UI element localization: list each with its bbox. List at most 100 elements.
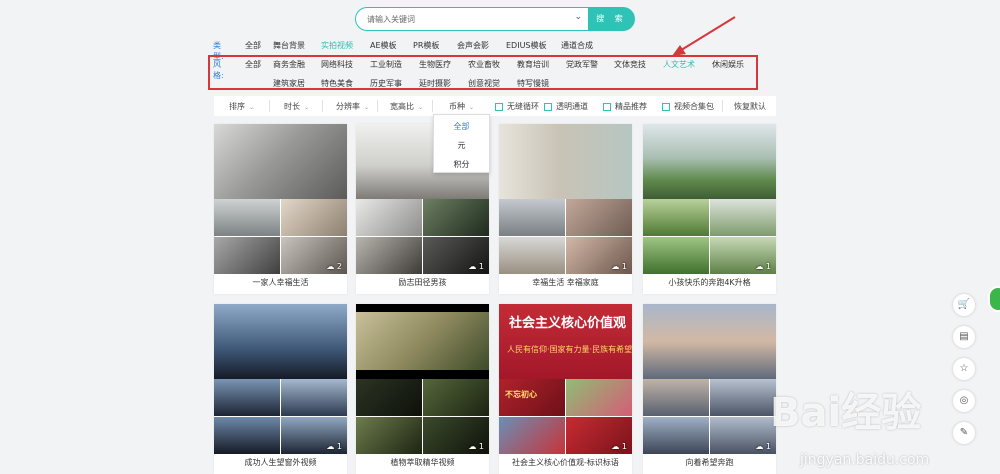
video-card[interactable]: ☁ 1 成功人生望窗外视频 [214,304,347,474]
type-channel-compose[interactable]: 通道合成 [561,40,593,51]
video-title[interactable]: 社会主义核心价值观-标识标语 [499,457,632,468]
video-card[interactable]: ☁ 1 小孩快乐的奔跑4K升格 [643,124,776,294]
check-featured-label: 精品推荐 [615,102,647,111]
checkbox-icon [495,102,503,111]
video-thumbnail[interactable]: ☁ 1 [214,304,347,454]
style-network-tech[interactable]: 网络科技 [321,59,353,70]
video-title[interactable]: 一家人幸福生活 [214,277,347,288]
style-industry[interactable]: 工业制造 [370,59,402,70]
style-party-military[interactable]: 党政军警 [566,59,598,70]
watermark-url: jingyan.baidu.com [800,452,930,468]
search-input[interactable]: 请输入关键词 ⌄ [355,7,588,31]
currency-dropdown: 全部 元 积分 [433,114,490,173]
style-all[interactable]: 全部 [245,59,261,70]
search-button[interactable]: 搜 索 [588,7,635,31]
check-alpha-label: 透明通道 [556,102,588,111]
currency-option-points[interactable]: 积分 [434,159,489,170]
video-card[interactable]: ☁ 1 植物萃取精华视频 [356,304,489,474]
style-closeup[interactable]: 特写慢镜 [517,78,549,89]
video-title[interactable]: 成功人生望窗外视频 [214,457,347,468]
currency-option-all[interactable]: 全部 [434,121,489,132]
style-history[interactable]: 历史军事 [370,78,402,89]
download-count: ☁ 1 [755,442,771,451]
video-card[interactable]: ☁ 1 幸福生活 幸福家庭 [499,124,632,294]
chevron-down-icon[interactable]: ⌄ [574,12,582,22]
style-food[interactable]: 特色美食 [321,78,353,89]
chevron-down-icon: ⌄ [249,104,255,111]
reset-default-button[interactable]: 恢复默认 [734,101,766,112]
star-icon[interactable]: ☆ [953,358,975,380]
video-thumbnail[interactable]: ☁ 2 [214,124,347,274]
divider [722,100,723,112]
edit-icon[interactable]: ✎ [953,422,975,444]
count-value: 2 [336,262,342,271]
video-thumbnail[interactable]: 社会主义核心价值观 人民有信仰·国家有力量·民族有希望 不忘初心 ☁ 1 [499,304,632,454]
poster-headline: 社会主义核心价值观 [509,316,627,331]
count-value: 1 [765,262,771,271]
type-live-video[interactable]: 实拍视频 [321,40,353,51]
type-stage-bg[interactable]: 舞台背景 [273,40,305,51]
sort-bar: 排序 ⌄ 时长 ⌄ 分辨率 ⌄ 宽高比 ⌄ 币种 ⌄ 无缝循环 透明通道 精品推荐 视频合… [214,96,776,116]
type-huishengyingying[interactable]: 会声会影 [457,40,489,51]
search-placeholder: 请输入关键词 [367,15,415,24]
style-sports[interactable]: 文体竞技 [614,59,646,70]
divider [269,100,270,112]
cart-icon[interactable]: 🛒 [953,294,975,316]
chevron-down-icon: ⌄ [418,104,424,111]
style-agriculture[interactable]: 农业畜牧 [468,59,500,70]
feedback-tab[interactable] [988,286,1000,312]
style-business[interactable]: 商务金融 [273,59,305,70]
poster-subtitle: 不忘初心 [505,390,537,399]
download-count: ☁ 1 [468,262,484,271]
style-filter-label: 风格: [213,60,224,80]
currency-option-yuan[interactable]: 元 [434,140,489,151]
video-title[interactable]: 植物萃取精华视频 [356,457,489,468]
video-thumbnail[interactable]: ☁ 1 [643,304,776,454]
download-count: ☁ 1 [611,442,627,451]
sort-duration[interactable]: 时长 ⌄ [284,101,309,112]
style-humanities-art[interactable]: 人文艺术 [663,59,695,70]
video-title[interactable]: 励志田径男孩 [356,277,489,288]
download-count: ☁ 2 [326,262,342,271]
video-card[interactable]: 社会主义核心价值观 人民有信仰·国家有力量·民族有希望 不忘初心 ☁ 1 社会主… [499,304,632,474]
clipboard-icon[interactable]: ▤ [953,326,975,348]
sort-duration-label: 时长 [284,102,300,111]
sort-aspect-ratio[interactable]: 宽高比 ⌄ [390,101,423,112]
check-alpha-channel[interactable]: 透明通道 [544,101,588,112]
type-edius-template[interactable]: EDIUS模板 [506,40,547,51]
sort-order[interactable]: 排序 ⌄ [229,101,254,112]
check-video-pack[interactable]: 视频合集包 [662,101,714,112]
check-seamless-label: 无缝循环 [507,102,539,111]
checkbox-icon [603,102,611,111]
headset-icon[interactable]: ◎ [953,390,975,412]
type-all[interactable]: 全部 [245,40,261,51]
style-medical[interactable]: 生物医疗 [419,59,451,70]
chevron-down-icon: ⌄ [469,104,475,111]
download-count: ☁ 1 [468,442,484,451]
sort-currency-label: 币种 [449,102,465,111]
video-card[interactable]: ☁ 2 一家人幸福生活 [214,124,347,294]
style-architecture[interactable]: 建筑家居 [273,78,305,89]
type-ae-template[interactable]: AE模板 [370,40,397,51]
sort-currency[interactable]: 币种 ⌄ [449,101,474,112]
count-value: 1 [336,442,342,451]
video-card[interactable]: ☁ 1 向着希望奔跑 [643,304,776,474]
video-title[interactable]: 向着希望奔跑 [643,457,776,468]
sort-resolution-label: 分辨率 [336,102,360,111]
video-thumbnail[interactable]: ☁ 1 [499,124,632,274]
check-featured[interactable]: 精品推荐 [603,101,647,112]
style-creative[interactable]: 创意视觉 [468,78,500,89]
download-count: ☁ 1 [755,262,771,271]
check-seamless-loop[interactable]: 无缝循环 [495,101,539,112]
type-pr-template[interactable]: PR模板 [413,40,439,51]
sort-resolution[interactable]: 分辨率 ⌄ [336,101,369,112]
video-title[interactable]: 幸福生活 幸福家庭 [499,277,632,288]
video-title[interactable]: 小孩快乐的奔跑4K升格 [643,277,776,288]
video-thumbnail[interactable]: ☁ 1 [643,124,776,274]
count-value: 1 [765,442,771,451]
style-leisure[interactable]: 休闲娱乐 [712,59,744,70]
style-education[interactable]: 教育培训 [517,59,549,70]
video-thumbnail[interactable]: ☁ 1 [356,304,489,454]
style-timelapse[interactable]: 延时摄影 [419,78,451,89]
poster-slogan: 人民有信仰·国家有力量·民族有希望 [507,345,632,354]
